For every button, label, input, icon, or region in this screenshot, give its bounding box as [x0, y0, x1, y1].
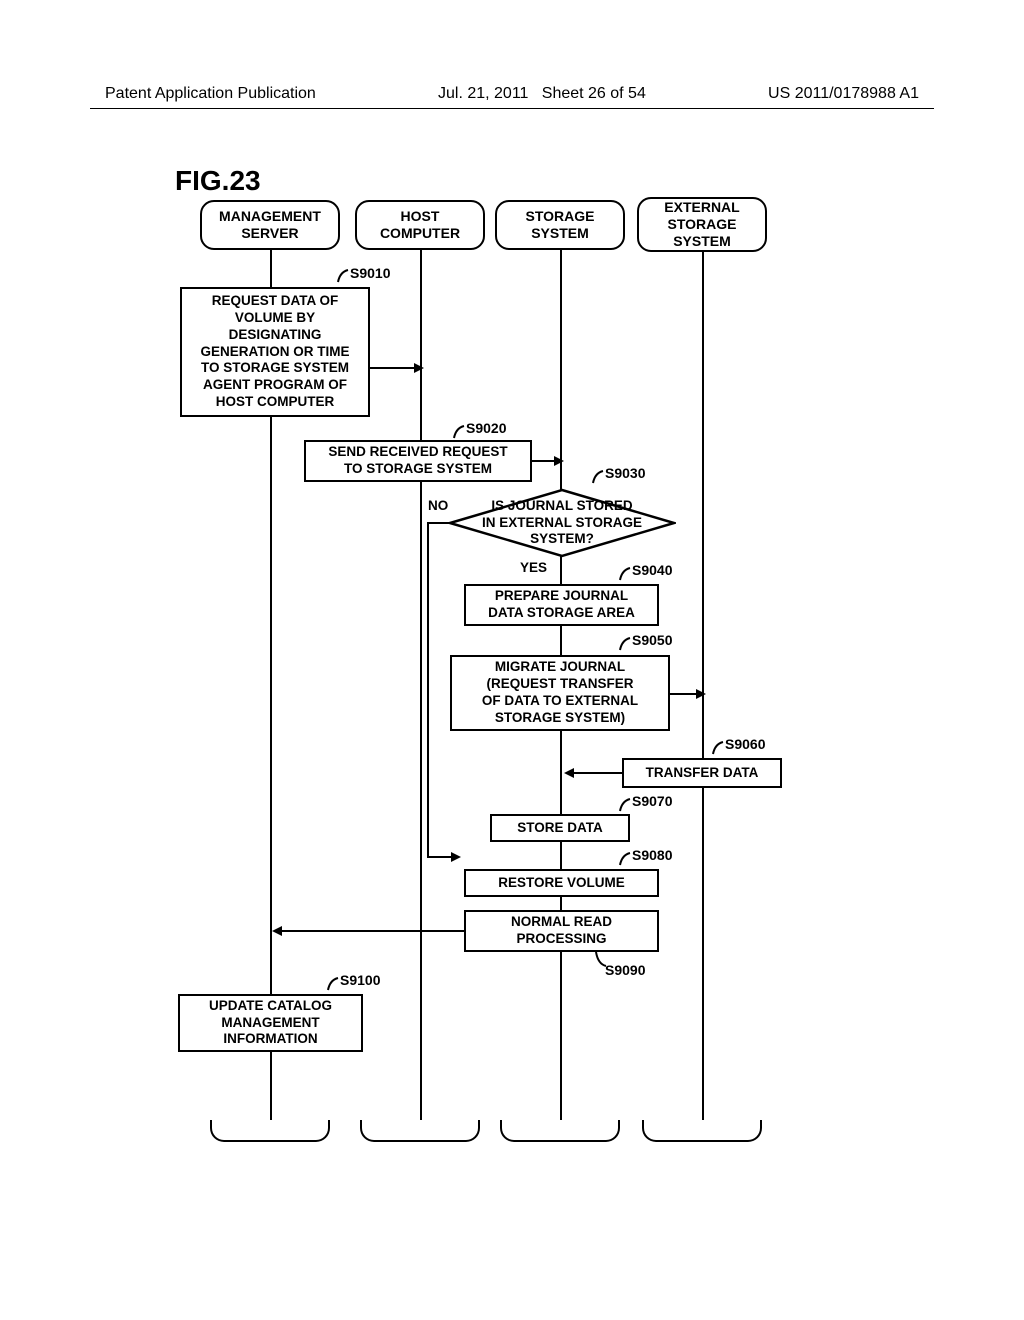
lifeline-host [420, 250, 422, 1120]
label-s9080: S9080 [632, 847, 672, 863]
footer-external [642, 1120, 762, 1142]
curve-s9090 [588, 950, 610, 968]
label-no: NO [428, 498, 448, 513]
box-s9010: REQUEST DATA OFVOLUME BYDESIGNATINGGENER… [180, 287, 370, 417]
header-left: Patent Application Publication [105, 85, 316, 103]
box-s9060: TRANSFER DATA [622, 758, 782, 788]
lane-external: EXTERNALSTORAGESYSTEM [637, 197, 767, 252]
label-s9020: S9020 [466, 420, 506, 436]
curve-s9010 [330, 268, 352, 286]
lane-host: HOSTCOMPUTER [355, 200, 485, 250]
arrow-s9090 [270, 925, 466, 937]
label-s9090: S9090 [605, 962, 645, 978]
curve-s9050 [612, 636, 634, 654]
label-s9060: S9060 [725, 736, 765, 752]
footer-host [360, 1120, 480, 1142]
label-s9050: S9050 [632, 632, 672, 648]
arrow-s9060 [562, 767, 624, 779]
arrow-s9050 [670, 688, 708, 700]
label-s9070: S9070 [632, 793, 672, 809]
box-s9020: SEND RECEIVED REQUESTTO STORAGE SYSTEM [304, 440, 532, 482]
decision-s9030: IS JOURNAL STOREDIN EXTERNAL STORAGESYST… [448, 488, 676, 558]
lane-mgmt: MANAGEMENTSERVER [200, 200, 340, 250]
curve-s9030 [585, 469, 607, 487]
box-s9080: RESTORE VOLUME [464, 869, 659, 897]
lane-storage: STORAGESYSTEM [495, 200, 625, 250]
curve-s9040 [612, 566, 634, 584]
curve-s9070 [612, 797, 634, 815]
footer-mgmt [210, 1120, 330, 1142]
box-s9100: UPDATE CATALOGMANAGEMENTINFORMATION [178, 994, 363, 1052]
curve-s9060 [705, 740, 727, 758]
label-s9100: S9100 [340, 972, 380, 988]
lifeline-external [702, 252, 704, 1120]
label-s9040: S9040 [632, 562, 672, 578]
box-s9090: NORMAL READPROCESSING [464, 910, 659, 952]
arrow-s9010 [370, 362, 425, 374]
page-header: Patent Application Publication Jul. 21, … [0, 85, 1024, 103]
arrow-s9020 [532, 455, 566, 467]
header-right: US 2011/0178988 A1 [768, 85, 919, 103]
figure-label: FIG.23 [175, 165, 261, 197]
label-s9010: S9010 [350, 265, 390, 281]
label-s9030: S9030 [605, 465, 645, 481]
box-s9040: PREPARE JOURNALDATA STORAGE AREA [464, 584, 659, 626]
label-yes: YES [520, 560, 547, 575]
box-s9070: STORE DATA [490, 814, 630, 842]
curve-s9100 [320, 976, 342, 994]
curve-s9080 [612, 851, 634, 869]
box-s9050: MIGRATE JOURNAL(REQUEST TRANSFEROF DATA … [450, 655, 670, 731]
footer-storage [500, 1120, 620, 1142]
header-divider [90, 108, 934, 109]
header-center: Jul. 21, 2011 Sheet 26 of 54 [438, 85, 646, 103]
sequence-diagram: MANAGEMENTSERVER HOSTCOMPUTER STORAGESYS… [170, 200, 830, 1160]
